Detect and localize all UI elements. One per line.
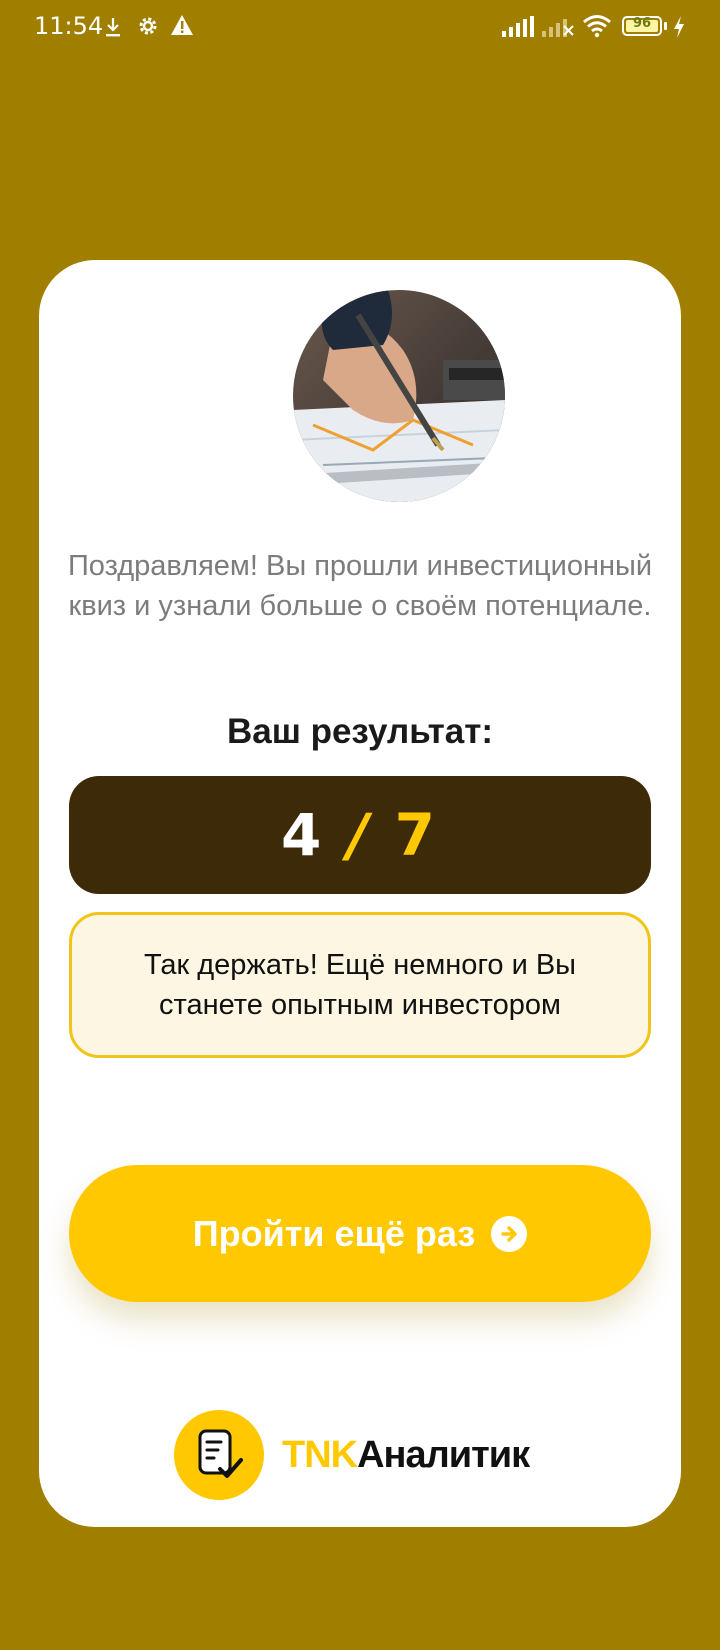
signal-no-service-icon (542, 16, 574, 42)
status-bar: 11:54 96 (0, 0, 720, 56)
brand-logo: TNKАналитик (174, 1408, 530, 1502)
battery-nub (664, 22, 667, 30)
feedback-message: Так держать! Ещё немного и Вы станете оп… (69, 912, 651, 1058)
finance-photo (293, 290, 505, 502)
download-icon (104, 16, 122, 42)
battery-icon: 96 (622, 16, 662, 36)
feedback-message-text: Так держать! Ещё немного и Вы станете оп… (143, 949, 577, 1021)
score-box: 4 / 7 (69, 776, 651, 894)
wifi-icon (582, 14, 612, 42)
result-heading: Ваш результат: (226, 712, 494, 751)
brand-name: TNKАналитик (282, 1433, 530, 1477)
retry-button-label: Пройти ещё раз (192, 1212, 476, 1254)
score-total: 7 (394, 801, 439, 869)
signal-icon (502, 16, 534, 42)
brand-suffix: Аналитик (357, 1433, 530, 1476)
warning-icon (170, 14, 194, 40)
document-check-icon (174, 1410, 264, 1500)
gear-icon (136, 14, 160, 42)
arrow-right-icon (491, 1215, 528, 1252)
score-separator: / (347, 801, 373, 869)
charging-icon (672, 15, 686, 43)
brand-prefix: TNK (282, 1433, 358, 1476)
battery-percent: 96 (632, 16, 652, 31)
retry-quiz-button[interactable]: Пройти ещё раз (69, 1165, 651, 1302)
status-time: 11:54 (34, 12, 104, 40)
result-card: Поздравляем! Вы прошли инвестиционный кв… (39, 260, 681, 1527)
score-correct: 4 (281, 801, 326, 869)
congratulations-text: Поздравляем! Вы прошли инвестиционный кв… (67, 550, 653, 622)
